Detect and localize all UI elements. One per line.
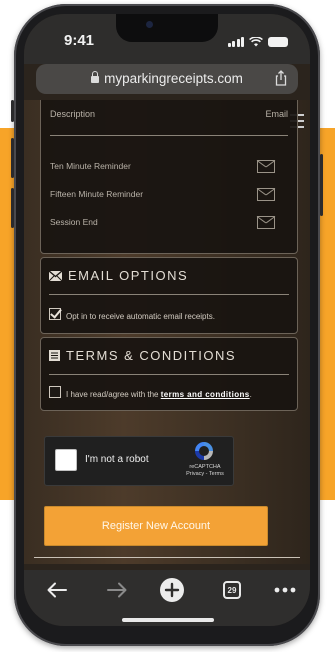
terms-agree-suffix: . xyxy=(249,390,252,399)
address-bar[interactable]: myparkingreceipts.com xyxy=(36,64,298,94)
recaptcha-label: I'm not a robot xyxy=(85,454,149,465)
opt-in-label: Opt in to receive automatic email receip… xyxy=(66,312,215,321)
tabs-icon: 29 xyxy=(223,581,241,599)
email-options-title: EMAIL OPTIONS xyxy=(49,268,188,283)
phone-silent-switch xyxy=(11,100,14,122)
url-display[interactable]: myparkingreceipts.com xyxy=(36,71,298,86)
email-options-heading: EMAIL OPTIONS xyxy=(68,268,189,283)
envelope-icon[interactable] xyxy=(257,187,275,201)
reminders-header: Description Email xyxy=(50,109,288,119)
forward-arrow-icon xyxy=(107,582,127,598)
email-column-header: Email xyxy=(265,109,288,119)
terms-agree-prefix: I have read/agree with the xyxy=(66,390,161,399)
lock-icon xyxy=(91,71,100,83)
phone-volume-up xyxy=(11,138,14,178)
tabs-button[interactable]: 29 xyxy=(220,576,244,604)
reminder-row: Ten Minute Reminder xyxy=(50,156,275,176)
divider xyxy=(50,135,288,136)
recaptcha-widget: I'm not a robot reCAPTCHA Privacy - Term… xyxy=(44,436,234,486)
reminder-label: Session End xyxy=(50,217,98,227)
terms-checkbox[interactable] xyxy=(49,386,61,398)
phone-power-button xyxy=(320,154,323,216)
email-options-card: EMAIL OPTIONS Opt in to receive automati… xyxy=(40,257,298,334)
back-arrow-icon xyxy=(47,582,67,598)
register-button[interactable]: Register New Account xyxy=(44,506,268,546)
web-page-content: Description Email Ten Minute Reminder Fi… xyxy=(24,100,310,564)
opt-in-checkbox[interactable] xyxy=(49,308,61,320)
mail-icon xyxy=(49,270,62,281)
reminders-card: Description Email Ten Minute Reminder Fi… xyxy=(40,100,298,254)
description-column-header: Description xyxy=(50,109,96,119)
recaptcha-logo-icon xyxy=(195,442,213,460)
terms-heading: TERMS & CONDITIONS xyxy=(66,348,237,363)
home-indicator xyxy=(122,618,214,622)
opt-in-row[interactable]: Opt in to receive automatic email receip… xyxy=(49,308,289,321)
share-icon[interactable] xyxy=(274,70,288,86)
divider xyxy=(49,294,289,295)
document-icon xyxy=(49,350,60,361)
url-text: myparkingreceipts.com xyxy=(104,71,243,86)
system-icons xyxy=(227,35,288,47)
recaptcha-brand: reCAPTCHA Privacy - Terms xyxy=(183,464,227,478)
phone-screen: 9:41 myparkingreceipts.com Description E… xyxy=(24,14,310,626)
new-tab-button[interactable] xyxy=(158,576,186,604)
reminder-row: Session End xyxy=(50,212,275,232)
recaptcha-checkbox[interactable] xyxy=(55,449,77,471)
battery-icon xyxy=(268,37,288,47)
terms-title: TERMS & CONDITIONS xyxy=(49,348,236,363)
terms-agree-text: I have read/agree with the terms and con… xyxy=(66,390,252,399)
reminder-label: Ten Minute Reminder xyxy=(50,161,131,171)
status-time: 9:41 xyxy=(64,32,95,49)
back-button[interactable] xyxy=(44,576,70,604)
divider xyxy=(49,374,289,375)
reminder-row: Fifteen Minute Reminder xyxy=(50,184,275,204)
camera-icon xyxy=(146,21,153,28)
more-button[interactable] xyxy=(272,576,298,604)
reminder-label: Fifteen Minute Reminder xyxy=(50,189,144,199)
recaptcha-brand-name: reCAPTCHA xyxy=(189,464,221,470)
notch xyxy=(116,14,218,42)
recaptcha-privacy-terms[interactable]: Privacy - Terms xyxy=(183,471,227,478)
envelope-icon[interactable] xyxy=(257,215,275,229)
divider xyxy=(34,557,300,558)
status-bar: 9:41 xyxy=(24,14,310,64)
wifi-icon xyxy=(249,37,263,47)
new-tab-icon xyxy=(160,578,184,602)
terms-link[interactable]: terms and conditions xyxy=(161,390,250,399)
terms-agree-row[interactable]: I have read/agree with the terms and con… xyxy=(49,386,289,399)
more-icon xyxy=(274,587,296,593)
signal-icon xyxy=(227,37,244,47)
forward-button[interactable] xyxy=(104,576,130,604)
envelope-icon[interactable] xyxy=(257,159,275,173)
phone-volume-down xyxy=(11,188,14,228)
terms-card: TERMS & CONDITIONS I have read/agree wit… xyxy=(40,337,298,411)
